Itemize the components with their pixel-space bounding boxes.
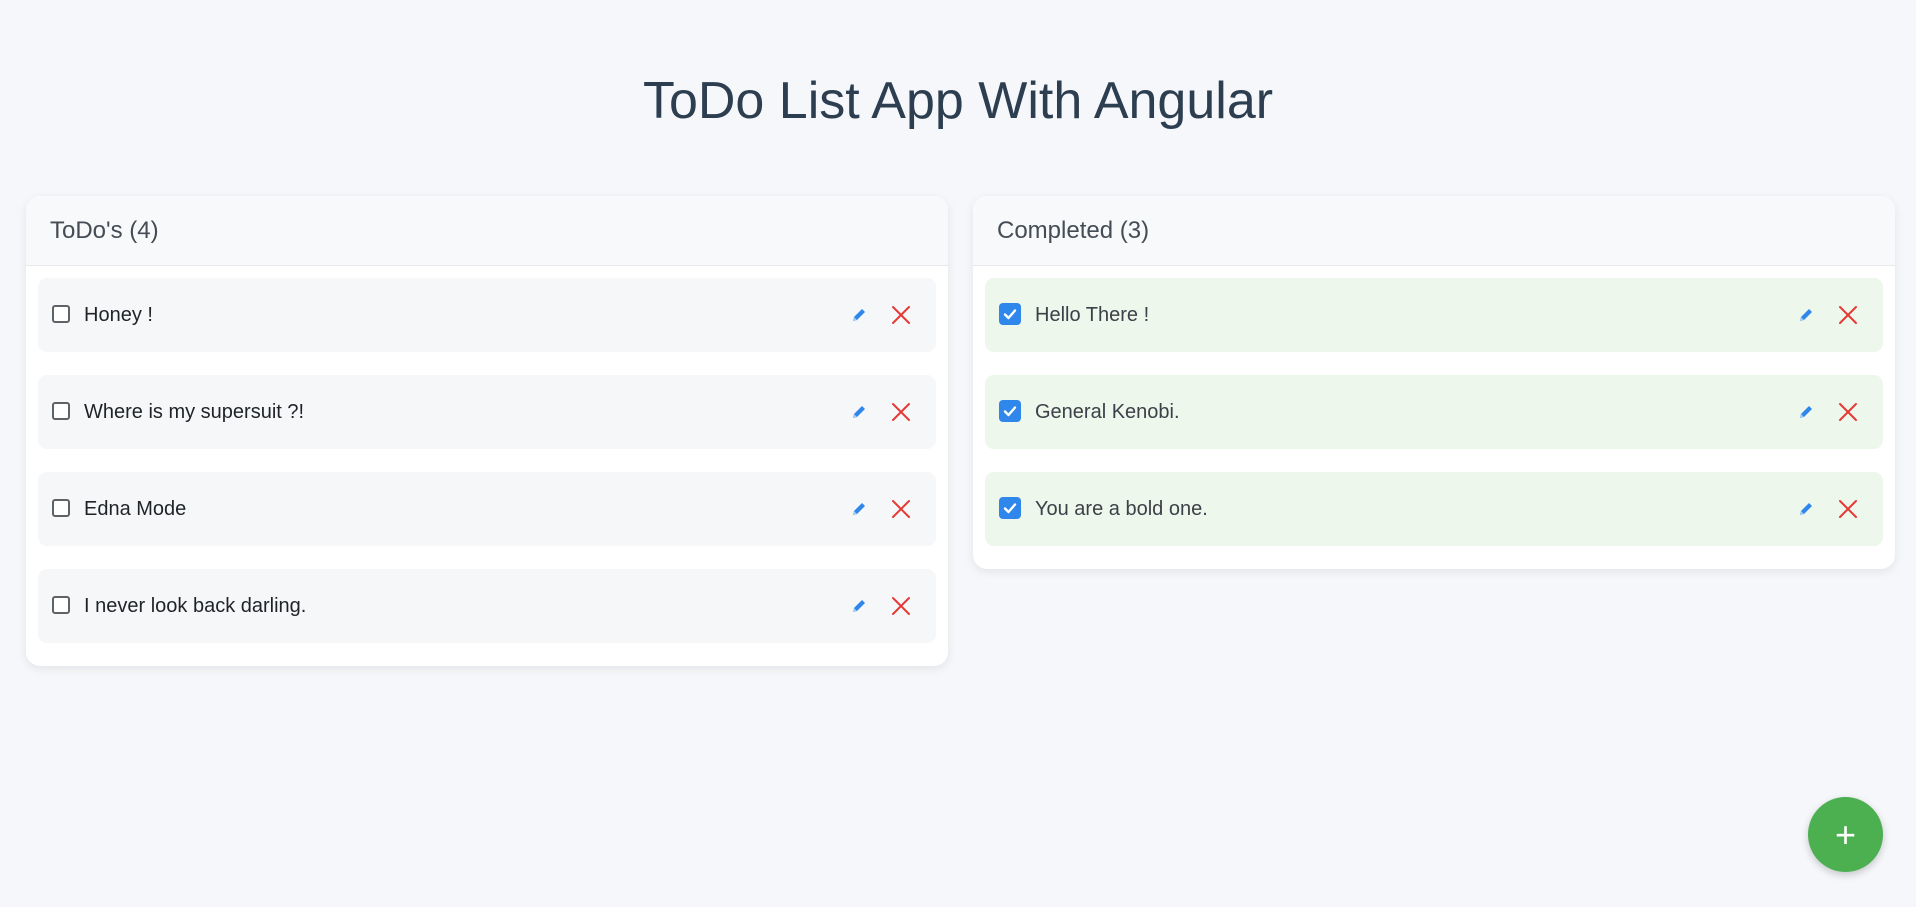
check-icon: [1003, 406, 1017, 417]
pencil-icon: [1800, 309, 1812, 321]
completed-item-label: General Kenobi.: [1035, 400, 1180, 423]
todo-checkbox[interactable]: [52, 402, 70, 420]
todo-item-label: Honey !: [84, 303, 153, 326]
check-icon: [1003, 309, 1017, 320]
delete-button[interactable]: [886, 494, 916, 524]
edit-button[interactable]: [844, 300, 874, 330]
todo-list: Honey ! Where is my supersuit ?! Edna Mo…: [26, 266, 948, 643]
pencil-icon: [853, 600, 865, 612]
completed-panel-header: Completed (3): [973, 196, 1895, 266]
completed-checkbox[interactable]: [999, 497, 1021, 519]
todo-item: Edna Mode: [38, 472, 936, 546]
completed-item: Hello There !: [985, 278, 1883, 352]
todo-checkbox[interactable]: [52, 499, 70, 517]
todo-panel-header: ToDo's (4): [26, 196, 948, 266]
todo-checkbox[interactable]: [52, 596, 70, 614]
close-icon: [892, 597, 910, 615]
edit-button[interactable]: [844, 591, 874, 621]
todo-checkbox[interactable]: [52, 305, 70, 323]
pencil-icon: [853, 309, 865, 321]
close-icon: [892, 306, 910, 324]
page-title: ToDo List App With Angular: [642, 72, 1274, 130]
completed-item-label: You are a bold one.: [1035, 497, 1208, 520]
pencil-icon: [853, 406, 865, 418]
delete-button[interactable]: [886, 591, 916, 621]
close-icon: [892, 500, 910, 518]
edit-button[interactable]: [844, 494, 874, 524]
todo-item-label: I never look back darling.: [84, 594, 307, 617]
close-icon: [1839, 500, 1857, 518]
close-icon: [892, 403, 910, 421]
todo-item: Honey !: [38, 278, 936, 352]
close-icon: [1839, 403, 1857, 421]
completed-item: You are a bold one.: [985, 472, 1883, 546]
completed-checkbox[interactable]: [999, 400, 1021, 422]
delete-button[interactable]: [886, 397, 916, 427]
add-todo-button[interactable]: +: [1808, 797, 1883, 872]
todo-panel: ToDo's (4) Honey ! Where is my supersuit…: [26, 196, 948, 666]
todo-item: Where is my supersuit ?!: [38, 375, 936, 449]
completed-list: Hello There ! General Kenobi. You are a …: [973, 266, 1895, 546]
pencil-icon: [1800, 503, 1812, 515]
completed-item-label: Hello There !: [1035, 303, 1150, 326]
completed-panel: Completed (3) Hello There ! General Keno…: [973, 196, 1895, 569]
delete-button[interactable]: [886, 300, 916, 330]
pencil-icon: [1800, 406, 1812, 418]
close-icon: [1839, 306, 1857, 324]
delete-button[interactable]: [1833, 300, 1863, 330]
todo-item-label: Where is my supersuit ?!: [84, 400, 305, 423]
pencil-icon: [853, 503, 865, 515]
todo-item-label: Edna Mode: [84, 497, 187, 520]
edit-button[interactable]: [1791, 300, 1821, 330]
edit-button[interactable]: [844, 397, 874, 427]
todo-item: I never look back darling.: [38, 569, 936, 643]
edit-button[interactable]: [1791, 397, 1821, 427]
delete-button[interactable]: [1833, 494, 1863, 524]
completed-checkbox[interactable]: [999, 303, 1021, 325]
delete-button[interactable]: [1833, 397, 1863, 427]
completed-item: General Kenobi.: [985, 375, 1883, 449]
edit-button[interactable]: [1791, 494, 1821, 524]
check-icon: [1003, 503, 1017, 514]
